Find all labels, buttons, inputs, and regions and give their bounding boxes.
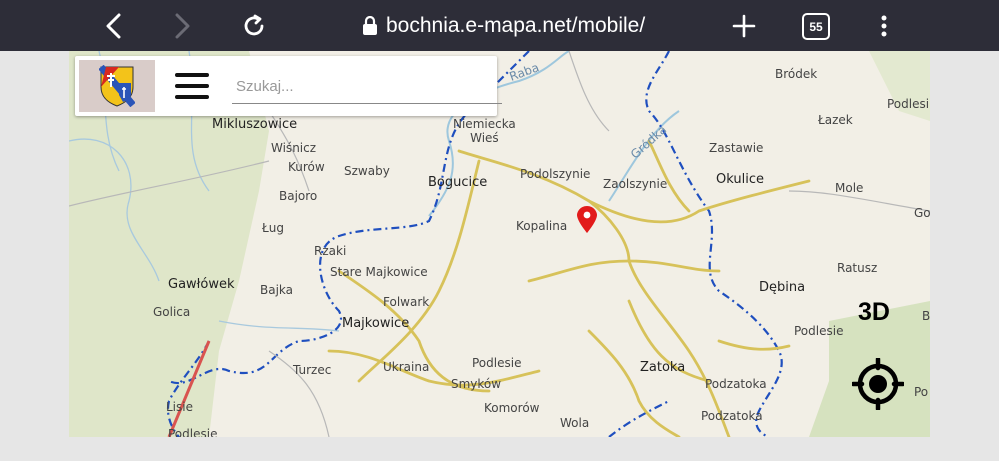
map-label: Kurów [288, 160, 325, 174]
map-label: Rzaki [314, 244, 347, 258]
map-label: Zatoka [640, 360, 686, 375]
map-label: Okulice [716, 172, 764, 187]
lock-icon [363, 16, 377, 35]
map-label: Wiśnicz [271, 141, 317, 155]
map-label: Bródek [775, 67, 818, 81]
map-label: Dębina [759, 280, 806, 295]
locate-button[interactable] [850, 356, 906, 412]
menu-button[interactable] [175, 73, 209, 99]
map-label: B [922, 309, 930, 323]
road [587, 329, 681, 437]
map-label: Ukraina [383, 360, 430, 374]
map-label: Łazek [818, 113, 853, 127]
new-tab-icon [732, 14, 756, 38]
map-label: Podlesie [472, 356, 522, 370]
road [527, 259, 721, 283]
reload-icon [244, 14, 264, 36]
map-label: Zaolszynie [603, 177, 668, 191]
crosshair-icon [850, 356, 906, 412]
coat-of-arms-icon [99, 65, 135, 107]
map-label: Komorów [484, 401, 540, 415]
map-label: Ług [262, 221, 284, 235]
tab-count: 55 [809, 19, 823, 34]
address-bar[interactable]: bochnia.e-mapa.net/mobile/ [362, 12, 645, 40]
more-button[interactable] [866, 8, 902, 44]
map-label: Stare Majkowice [330, 265, 428, 279]
back-icon [106, 13, 121, 39]
map-label: Podzatoka [701, 409, 763, 423]
location-marker [577, 206, 597, 233]
browser-toolbar: bochnia.e-mapa.net/mobile/ 55 [0, 0, 999, 51]
search-input[interactable] [232, 69, 502, 104]
map-label: Po [914, 385, 929, 399]
minor-road [568, 51, 610, 132]
map-label: Wola [560, 416, 590, 430]
road [717, 339, 791, 351]
municipality-logo[interactable] [79, 60, 155, 112]
map-label: Podlesie [168, 427, 218, 437]
map-label: Kopalina [516, 219, 568, 233]
3d-button[interactable]: 3D [858, 298, 890, 327]
map-label: Niemiecka Wieś [453, 117, 516, 145]
search-panel [75, 56, 502, 116]
map-label: Mikluszowice [212, 117, 298, 132]
forward-button[interactable] [164, 8, 200, 44]
map-label: Majkowice [342, 316, 410, 331]
map-label: Go [914, 206, 930, 220]
back-button[interactable] [96, 8, 132, 44]
map-label: Mole [835, 181, 864, 195]
map-label: Podlesi [887, 97, 930, 111]
river [218, 320, 340, 332]
road [647, 139, 691, 213]
reload-button[interactable] [236, 8, 272, 44]
map-label: Smyków [451, 377, 502, 391]
menu-icon [175, 73, 209, 77]
map-label: Bajoro [279, 189, 318, 203]
map-label: Podzatoka [705, 377, 767, 391]
map-label: Ratusz [837, 261, 878, 275]
map-label: Gawłówek [168, 277, 235, 292]
map-label: Podlesie [794, 324, 844, 338]
url-text: bochnia.e-mapa.net/mobile/ [386, 14, 646, 37]
map-label: Zastawie [709, 141, 764, 155]
map-label: Bogucice [428, 175, 488, 190]
map-label: Golica [153, 305, 191, 319]
map-label: Folwark [383, 295, 430, 309]
forward-icon [175, 13, 190, 39]
map-label: Turzec [293, 363, 332, 377]
border-line [608, 400, 670, 437]
map-label: Bajka [260, 283, 294, 297]
new-tab-button[interactable] [726, 8, 762, 44]
more-icon [881, 15, 887, 37]
map-label: Szwaby [344, 164, 390, 178]
map-label: Podolszynie [520, 167, 591, 181]
map-label: Lisie [166, 400, 193, 414]
tabs-button[interactable]: 55 [802, 13, 830, 40]
